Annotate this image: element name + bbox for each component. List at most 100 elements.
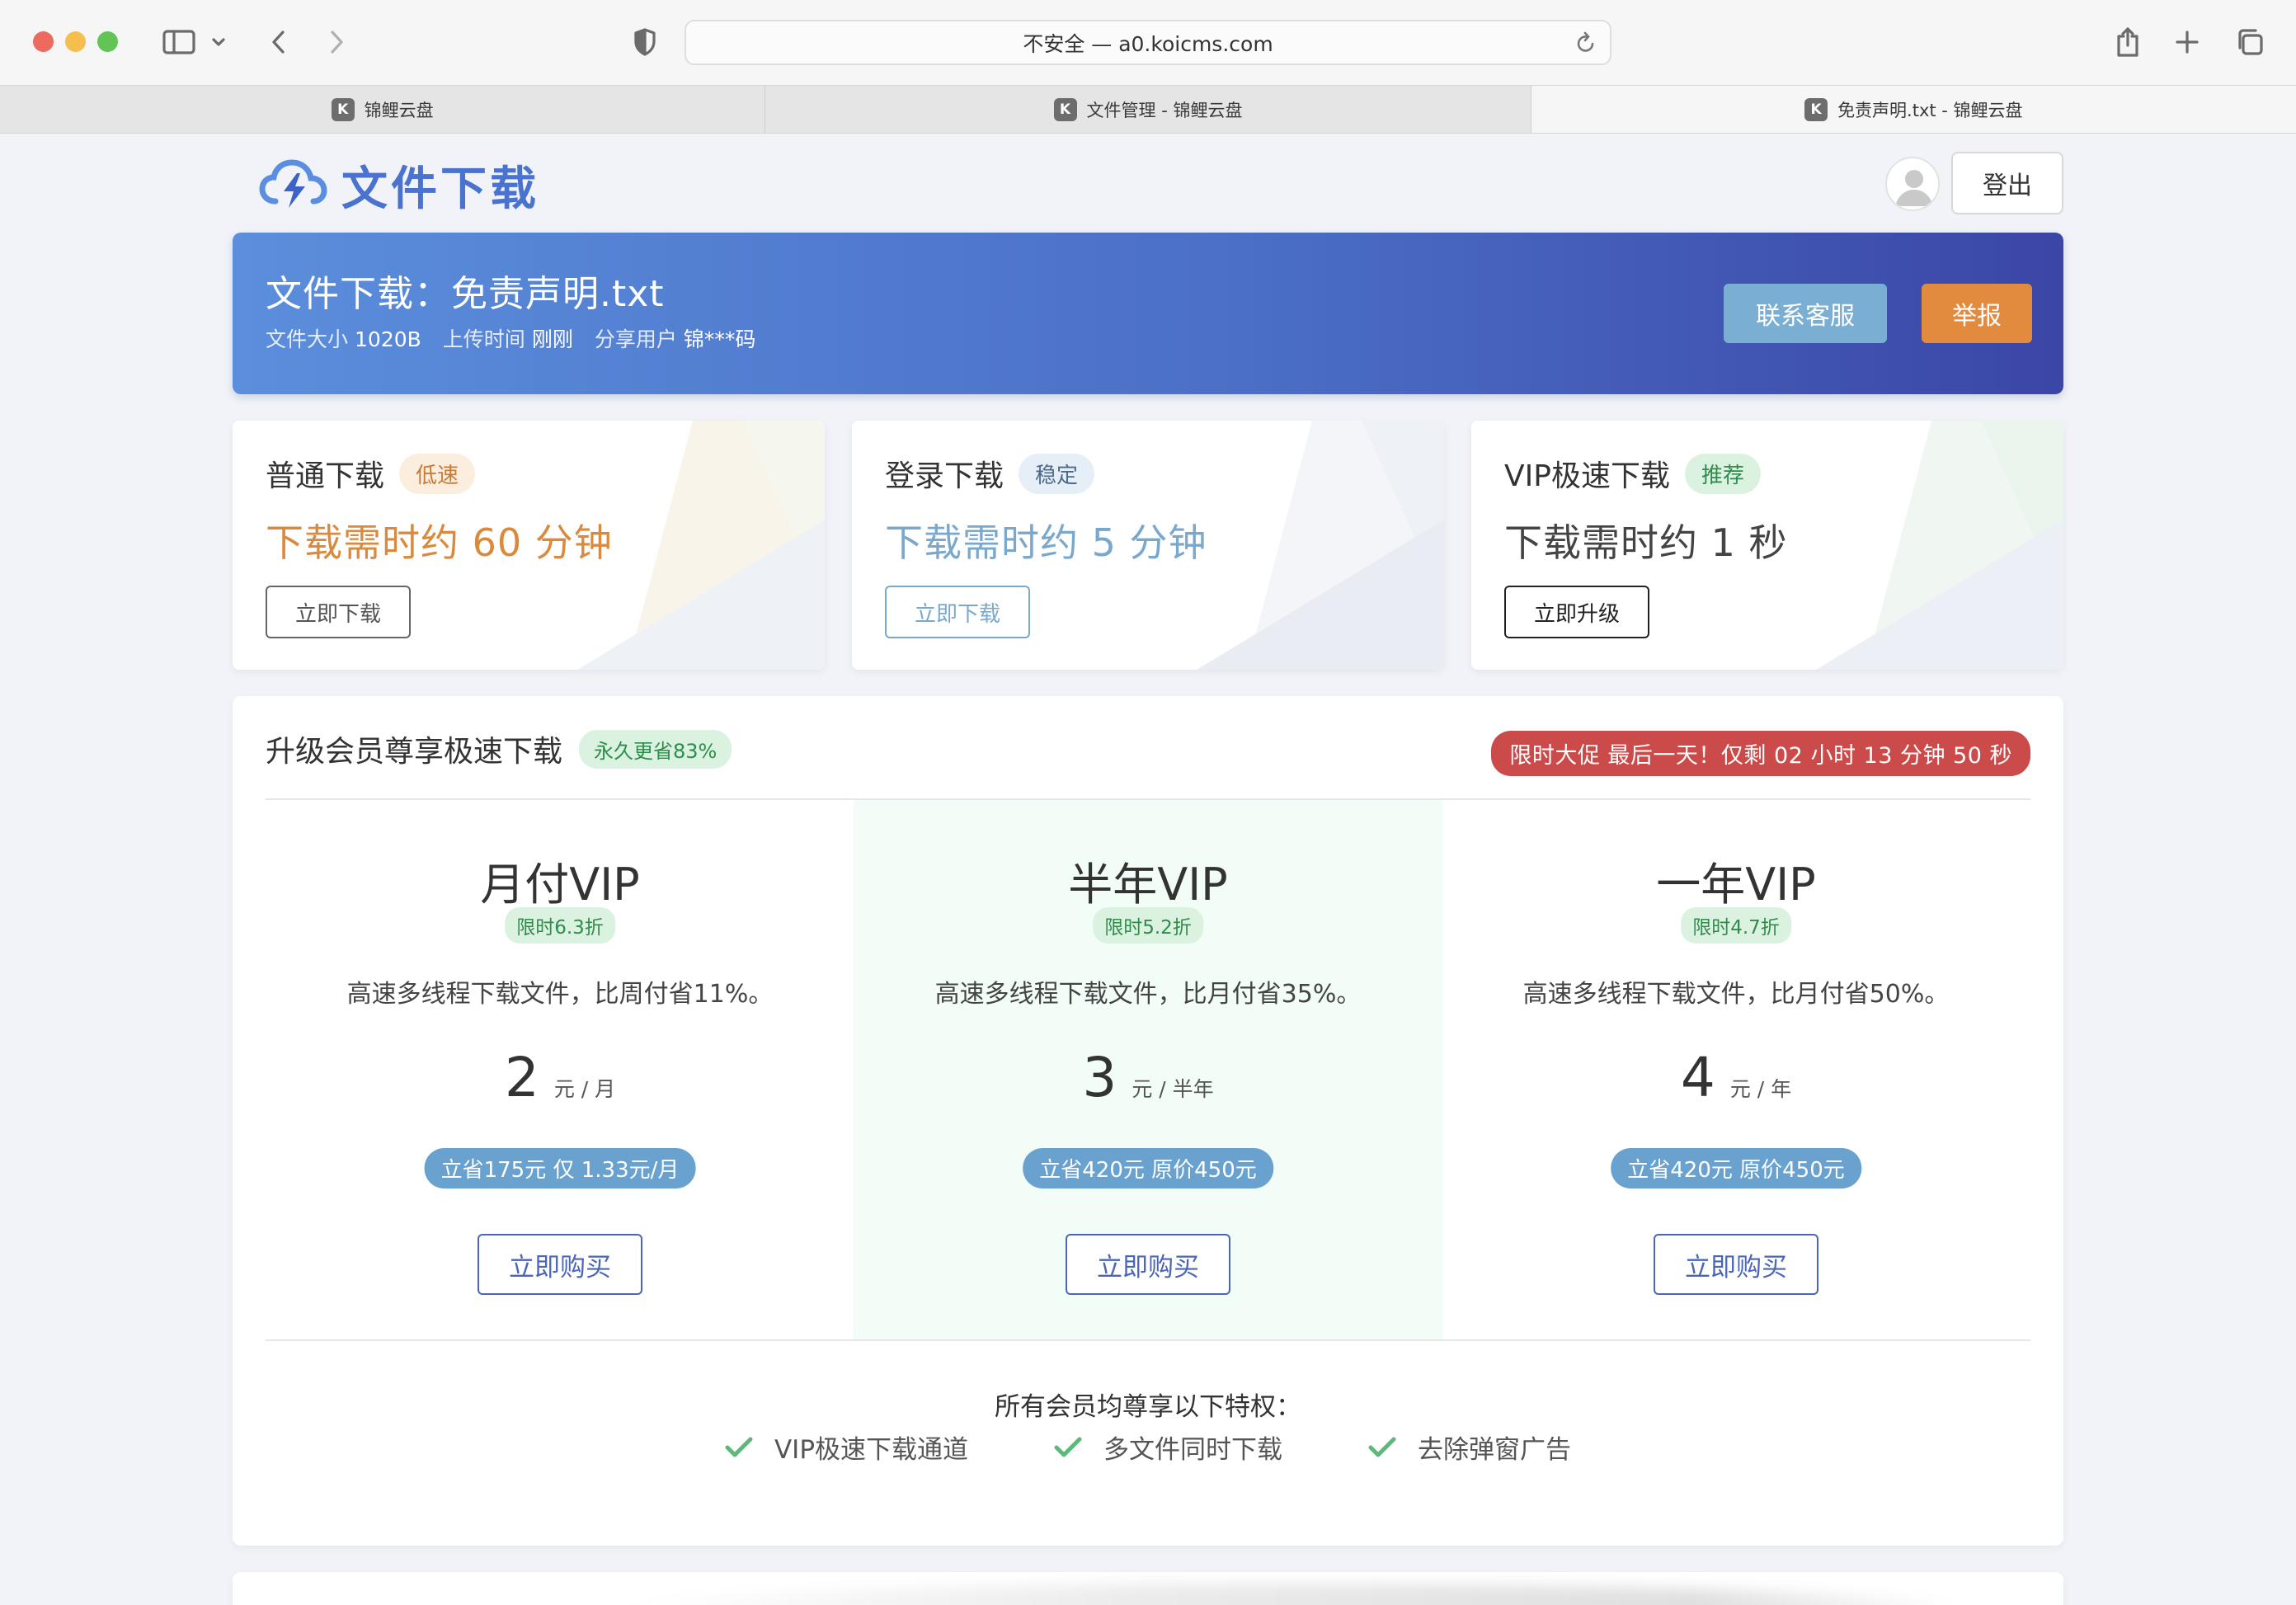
upgrade-vip-button[interactable]: 立即升级 <box>1504 586 1650 638</box>
discount-tag: 限时4.7折 <box>1681 907 1791 944</box>
stability-badge: 稳定 <box>1019 453 1095 494</box>
new-tab-icon[interactable] <box>2171 23 2204 61</box>
plan-name: 月付VIP <box>480 859 640 911</box>
browser-toolbar: 不安全 — a0.koicms.com <box>0 0 2296 85</box>
download-option-title: 登录下载 稳定 <box>885 452 1095 495</box>
discount-tag: 限时5.2折 <box>1093 907 1203 944</box>
tab-bar: K 锦鲤云盘 K 文件管理 - 锦鲤云盘 K 免责声明.txt - 锦鲤云盘 <box>0 85 2296 134</box>
report-button[interactable]: 举报 <box>1922 284 2032 343</box>
file-title: 文件下载：免责声明.txt <box>266 273 665 315</box>
file-size: 文件大小 1020B <box>266 327 421 351</box>
tab-label: 锦鲤云盘 <box>364 100 434 120</box>
plan-desc: 高速多线程下载文件，比月付省35%。 <box>934 980 1362 1009</box>
price-unit: 元 / 年 <box>1729 1077 1792 1101</box>
price-number: 2 <box>504 1046 539 1109</box>
plan-name: 一年VIP <box>1656 859 1816 911</box>
cloud-bolt-icon <box>259 158 327 208</box>
plan-desc: 高速多线程下载文件，比月付省50%。 <box>1522 980 1950 1009</box>
card-decoration <box>1816 421 2063 670</box>
perk-item: 多文件同时下载 <box>1054 1428 1282 1466</box>
sidebar-toggle-icon[interactable] <box>158 23 200 61</box>
tab-label: 文件管理 - 锦鲤云盘 <box>1086 100 1243 120</box>
upload-time: 上传时间 刚刚 <box>442 327 573 351</box>
tab-overview-icon[interactable] <box>2232 23 2268 61</box>
tab-file-manager[interactable]: K 文件管理 - 锦鲤云盘 <box>765 86 1531 133</box>
permanent-save-badge: 永久更省83% <box>579 729 732 769</box>
share-user: 分享用户 锦***码 <box>594 327 756 351</box>
loading-shade <box>612 1584 1964 1605</box>
plan-name: 半年VIP <box>1068 859 1228 911</box>
price-unit: 元 / 半年 <box>1132 1077 1214 1101</box>
browser-chrome: 不安全 — a0.koicms.com K 锦鲤云盘 K 文件管理 - 锦鲤云盘… <box>0 0 2296 134</box>
vip-download-card: VIP极速下载 推荐 下载需时约 1 秒 立即升级 <box>1471 421 2063 670</box>
file-meta: 文件大小 1020B 上传时间 刚刚 分享用户 锦***码 <box>266 323 755 353</box>
buy-half-year-button[interactable]: 立即购买 <box>1066 1234 1230 1295</box>
download-option-title: VIP极速下载 推荐 <box>1504 452 1761 495</box>
price-number: 3 <box>1082 1046 1117 1109</box>
site-logo-text: 文件下载 <box>341 162 539 216</box>
price-unit: 元 / 月 <box>553 1077 616 1101</box>
login-download-card: 登录下载 稳定 下载需时约 5 分钟 立即下载 <box>852 421 1444 670</box>
normal-download-button[interactable]: 立即下载 <box>266 586 412 638</box>
plan-desc: 高速多线程下载文件，比周付省11%。 <box>346 980 774 1009</box>
save-badge: 立省420元 原价450元 <box>1023 1148 1273 1188</box>
plan-price: 2 元 / 月 <box>266 1046 854 1109</box>
back-icon[interactable] <box>262 23 295 61</box>
reload-icon[interactable] <box>1575 31 1597 59</box>
divider <box>266 1339 2030 1341</box>
zoom-window-icon[interactable] <box>97 31 118 52</box>
buy-yearly-button[interactable]: 立即购买 <box>1654 1234 1818 1295</box>
download-time-desc: 下载需时约 5 分钟 <box>885 520 1207 565</box>
download-option-title: 普通下载 低速 <box>266 452 476 495</box>
plan-half-year: 半年VIP 限时5.2折 高速多线程下载文件，比月付省35%。 3 元 / 半年… <box>854 800 1442 1341</box>
plan-yearly: 一年VIP 限时4.7折 高速多线程下载文件，比月付省50%。 4 元 / 年 … <box>1442 800 2030 1341</box>
vip-section-title: 升级会员尊享极速下载 永久更省83% <box>266 727 732 770</box>
buy-monthly-button[interactable]: 立即购买 <box>478 1234 642 1295</box>
download-time-desc: 下载需时约 60 分钟 <box>266 520 613 565</box>
koi-favicon-icon: K <box>1053 97 1077 121</box>
discount-tag: 限时6.3折 <box>505 907 615 944</box>
next-section-card <box>233 1572 2063 1605</box>
privacy-shield-icon[interactable] <box>628 23 661 61</box>
normal-download-card: 普通下载 低速 下载需时约 60 分钟 立即下载 <box>233 421 825 670</box>
perk-item: VIP极速下载通道 <box>725 1428 968 1466</box>
price-number: 4 <box>1680 1046 1715 1109</box>
vip-upgrade-panel: 升级会员尊享极速下载 永久更省83% 限时大促 最后一天！仅剩 02 小时 13… <box>233 696 2063 1546</box>
koi-favicon-icon: K <box>1804 97 1828 121</box>
login-download-button[interactable]: 立即下载 <box>885 586 1031 638</box>
card-decoration <box>1197 421 1444 670</box>
speed-badge: 低速 <box>399 453 476 494</box>
forward-icon[interactable] <box>320 23 353 61</box>
site-logo[interactable]: 文件下载 <box>259 152 539 219</box>
download-time-desc: 下载需时约 1 秒 <box>1504 520 1788 565</box>
card-decoration <box>577 421 825 670</box>
minimize-window-icon[interactable] <box>65 31 86 52</box>
plan-price: 4 元 / 年 <box>1442 1046 2030 1109</box>
chevron-down-icon[interactable] <box>206 23 231 61</box>
close-window-icon[interactable] <box>33 31 54 52</box>
save-badge: 立省175元 仅 1.33元/月 <box>424 1148 696 1188</box>
logout-button[interactable]: 登出 <box>1951 152 2063 214</box>
tab-file-download[interactable]: K 免责声明.txt - 锦鲤云盘 <box>1531 86 2296 133</box>
plan-price: 3 元 / 半年 <box>854 1046 1442 1109</box>
promo-countdown-badge: 限时大促 最后一天！仅剩 02 小时 13 分钟 50 秒 <box>1491 731 2030 776</box>
koi-favicon-icon: K <box>331 97 355 121</box>
share-icon[interactable] <box>2111 23 2144 61</box>
perks-title: 所有会员均尊享以下特权： <box>995 1392 1301 1422</box>
user-icon <box>1895 170 1933 206</box>
plan-monthly: 月付VIP 限时6.3折 高速多线程下载文件，比周付省11%。 2 元 / 月 … <box>266 800 854 1341</box>
recommend-badge: 推荐 <box>1684 453 1761 494</box>
save-badge: 立省420元 原价450元 <box>1611 1148 1861 1188</box>
contact-service-button[interactable]: 联系客服 <box>1724 284 1887 343</box>
check-icon <box>1368 1437 1396 1457</box>
file-info-banner: 文件下载：免责声明.txt 文件大小 1020B 上传时间 刚刚 分享用户 锦***码… <box>233 233 2063 394</box>
check-icon <box>725 1437 753 1457</box>
user-avatar[interactable] <box>1885 157 1940 211</box>
address-bar[interactable]: 不安全 — a0.koicms.com <box>685 20 1611 65</box>
tab-home[interactable]: K 锦鲤云盘 <box>0 86 766 133</box>
check-icon <box>1054 1437 1082 1457</box>
tab-label: 免责声明.txt - 锦鲤云盘 <box>1837 100 2023 120</box>
perk-item: 去除弹窗广告 <box>1368 1428 1571 1466</box>
address-text: 不安全 — a0.koicms.com <box>1023 31 1273 56</box>
perks-list: VIP极速下载通道 多文件同时下载 去除弹窗广告 <box>233 1428 2063 1466</box>
